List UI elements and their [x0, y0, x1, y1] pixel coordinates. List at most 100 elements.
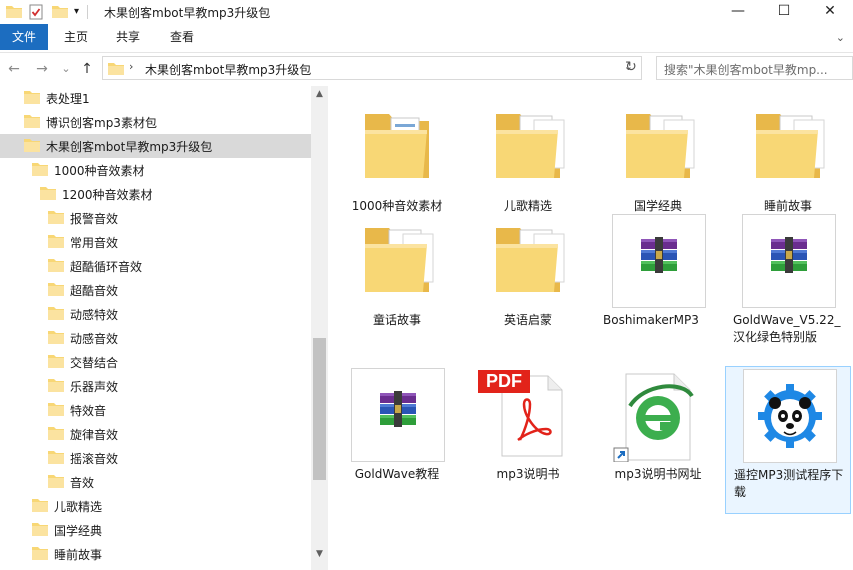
- tree-item[interactable]: 动感音效: [0, 326, 311, 350]
- tree-item[interactable]: 摇滚音效: [0, 446, 311, 470]
- file-item[interactable]: GoldWave教程: [334, 366, 460, 514]
- window-title: 木果创客mbot早教mp3升级包: [104, 6, 271, 20]
- forward-button[interactable]: →: [32, 59, 52, 79]
- scroll-thumb[interactable]: [313, 338, 326, 480]
- tree-item[interactable]: 音效: [0, 470, 311, 494]
- panda-gear-icon: [743, 369, 837, 463]
- scroll-down-button[interactable]: ▼: [311, 546, 328, 563]
- back-button[interactable]: ←: [4, 59, 24, 79]
- tree-item[interactable]: 国学经典: [0, 518, 311, 542]
- audio-folder-icon: [742, 100, 836, 194]
- minimize-button[interactable]: —: [715, 0, 761, 24]
- folder-icon: [48, 378, 64, 395]
- audio-folder-icon: [612, 100, 706, 194]
- file-item[interactable]: 童话故事: [334, 212, 460, 360]
- folder-icon: [32, 162, 48, 179]
- tree-item-label: 表处理1: [46, 92, 90, 106]
- folder-icon: [32, 522, 48, 539]
- tree-item[interactable]: 1000种音效素材: [0, 158, 311, 182]
- rar-archive-icon: [351, 368, 445, 462]
- tab-home[interactable]: 主页: [52, 24, 100, 50]
- file-item[interactable]: BoshimakerMP3: [595, 212, 721, 360]
- folder-icon: [40, 186, 56, 203]
- folder-icon: [32, 498, 48, 515]
- folder-icon: [48, 210, 64, 227]
- file-item[interactable]: GoldWave_V5.22_汉化绿色特别版: [725, 212, 851, 360]
- navigation-pane: 表处理1 博识创客mp3素材包木果创客mbot早教mp3升级包 1000种音效素材 1…: [0, 86, 328, 570]
- folder-icon: [48, 258, 64, 275]
- tree-item[interactable]: 表处理1: [0, 86, 311, 110]
- file-item-label: mp3说明书: [496, 467, 560, 481]
- file-item[interactable]: 遥控MP3测试程序下载: [725, 366, 851, 514]
- rar-archive-icon: [742, 214, 836, 308]
- folder-icon: [351, 100, 445, 194]
- tree-item[interactable]: 木果创客mbot早教mp3升级包: [0, 134, 311, 158]
- file-item-label: GoldWave教程: [354, 467, 440, 481]
- tree-item-label: 动感音效: [70, 332, 119, 346]
- folder-icon: [24, 138, 40, 155]
- file-item-label: mp3说明书网址: [614, 467, 702, 481]
- tree-item-label: 1200种音效素材: [62, 188, 153, 202]
- new-folder-icon[interactable]: [52, 4, 68, 21]
- folder-icon: [24, 90, 40, 107]
- tab-file[interactable]: 文件: [0, 24, 48, 50]
- tree-item[interactable]: 1200种音效素材: [0, 182, 311, 206]
- recent-locations-button[interactable]: ⌄: [56, 59, 76, 79]
- file-item[interactable]: mp3说明书网址: [595, 366, 721, 514]
- file-item[interactable]: PDF mp3说明书: [465, 366, 591, 514]
- address-folder-icon: [108, 61, 124, 78]
- tree-item[interactable]: 博识创客mp3素材包: [0, 110, 311, 134]
- folder-icon: [48, 354, 64, 371]
- file-item[interactable]: 英语启蒙: [465, 212, 591, 360]
- maximize-button[interactable]: ☐: [761, 0, 807, 24]
- up-button[interactable]: ↑: [77, 59, 97, 79]
- folder-icon: [32, 546, 48, 563]
- ribbon-expand-icon[interactable]: ⌄: [836, 31, 845, 44]
- tree-item[interactable]: 动感特效: [0, 302, 311, 326]
- tree-item[interactable]: 交替结合: [0, 350, 311, 374]
- tree-item-label: 博识创客mp3素材包: [46, 116, 157, 130]
- scroll-up-button[interactable]: ▲: [311, 86, 328, 103]
- folder-icon: [6, 4, 22, 21]
- tree-item[interactable]: 报警音效: [0, 206, 311, 230]
- tab-share[interactable]: 共享: [104, 24, 152, 50]
- refresh-button[interactable]: ↻: [621, 57, 641, 77]
- tree-item-label: 音效: [70, 476, 95, 490]
- tree-item[interactable]: 特效音: [0, 398, 311, 422]
- tree-item-label: 交替结合: [70, 356, 119, 370]
- tree-item-label: 摇滚音效: [70, 452, 119, 466]
- rar-archive-icon: [612, 214, 706, 308]
- folder-icon: [24, 114, 40, 131]
- tree-item[interactable]: 旋律音效: [0, 422, 311, 446]
- properties-checkmark-icon[interactable]: [28, 4, 44, 23]
- search-box[interactable]: 搜索"木果创客mbot早教mp...: [656, 56, 853, 80]
- search-input[interactable]: 搜索"木果创客mbot早教mp...: [664, 61, 828, 78]
- internet-shortcut-icon: [612, 368, 706, 463]
- audio-folder-icon: [351, 214, 445, 308]
- tree-item[interactable]: 常用音效: [0, 230, 311, 254]
- file-item-label: GoldWave_V5.22_汉化绿色特别版: [733, 313, 841, 344]
- address-bar[interactable]: › 木果创客mbot早教mp3升级包 ⌄: [102, 56, 642, 80]
- tab-view[interactable]: 查看: [158, 24, 206, 50]
- ribbon-tabs: 文件 主页 共享 查看 ⌄: [0, 24, 853, 53]
- address-separator-icon[interactable]: ›: [129, 60, 133, 73]
- tree-item[interactable]: 乐器声效: [0, 374, 311, 398]
- file-item-label: 遥控MP3测试程序下载: [734, 468, 844, 499]
- tree-item-label: 国学经典: [54, 524, 103, 538]
- customize-quick-access-icon[interactable]: ▾: [74, 6, 79, 17]
- folder-icon: [48, 450, 64, 467]
- tree-item-label: 乐器声效: [70, 380, 119, 394]
- file-list: 1000种音效素材 儿歌精选 国学经典 睡前故事 童话故事 英语启蒙 BoshimakerM…: [334, 86, 853, 570]
- close-button[interactable]: ✕: [807, 0, 853, 24]
- folder-icon: [48, 426, 64, 443]
- tree-item[interactable]: 超酷循环音效: [0, 254, 311, 278]
- tree-item[interactable]: 儿歌精选: [0, 494, 311, 518]
- title-separator: [87, 5, 88, 19]
- file-item-label: BoshimakerMP3: [603, 313, 699, 327]
- tree-item[interactable]: 睡前故事: [0, 542, 311, 566]
- tree-item[interactable]: 超酷音效: [0, 278, 311, 302]
- tree-item-label: 木果创客mbot早教mp3升级包: [46, 140, 213, 154]
- address-path[interactable]: 木果创客mbot早教mp3升级包: [145, 61, 311, 78]
- tree-item-label: 报警音效: [70, 212, 119, 226]
- tree-scrollbar[interactable]: ▲ ▼: [311, 86, 328, 570]
